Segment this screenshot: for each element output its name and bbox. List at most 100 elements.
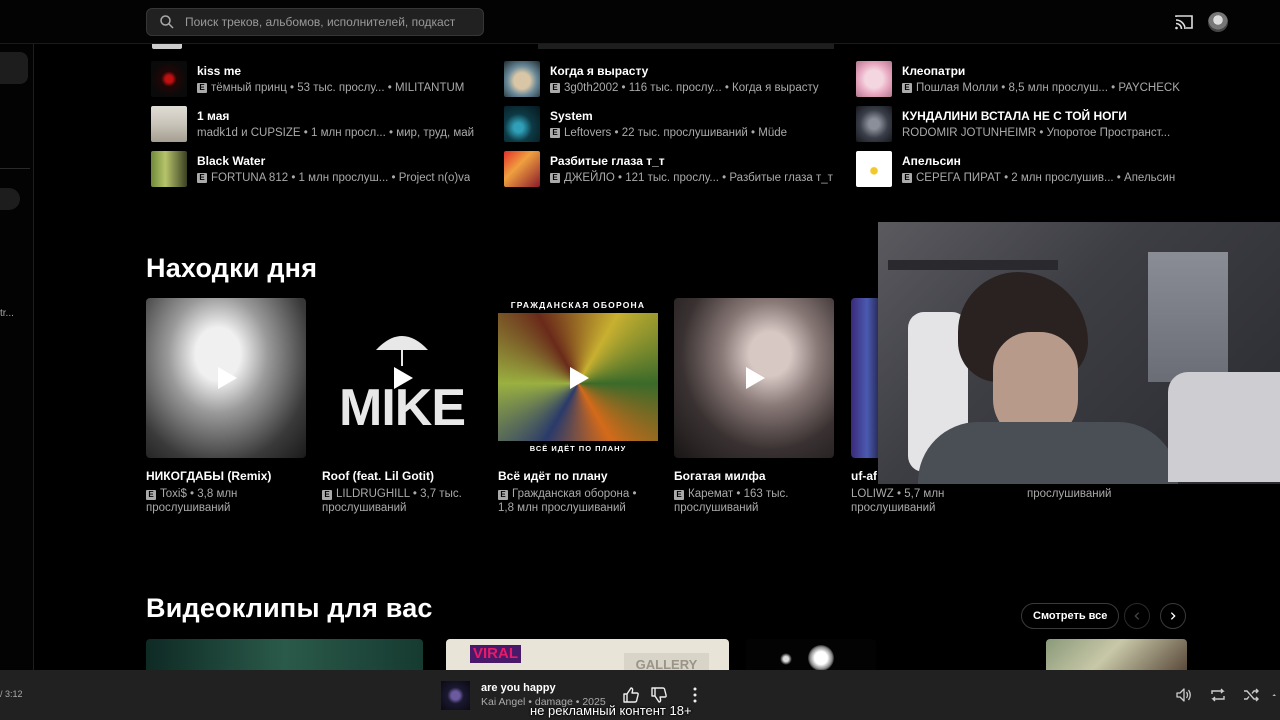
album-meta: 1,8 млн прослушиваний bbox=[498, 502, 626, 514]
webcam-person-body bbox=[918, 422, 1178, 484]
track-thumbnail[interactable] bbox=[856, 106, 892, 142]
sidebar: tr... bbox=[0, 44, 34, 670]
track-subtitle: 3g0th2002 • 116 тыс. прослу... • Когда я… bbox=[564, 82, 819, 94]
avatar[interactable] bbox=[1208, 12, 1228, 32]
top-bar bbox=[0, 0, 1280, 44]
track-subtitle: madk1d и CUPSIZE • 1 млн просл... • мир,… bbox=[197, 127, 475, 139]
now-playing-title[interactable]: are you happy bbox=[481, 682, 556, 694]
track-thumbnail[interactable] bbox=[856, 151, 892, 187]
explicit-badge: E bbox=[197, 83, 207, 93]
carousel-next-button[interactable] bbox=[1160, 603, 1186, 629]
thumbs-up-icon[interactable] bbox=[622, 686, 640, 704]
webcam-bed bbox=[1168, 372, 1280, 482]
track-title[interactable]: Разбитые глаза т_т bbox=[550, 154, 833, 168]
track-subtitle: ДЖЕЙЛО • 121 тыс. прослу... • Разбитые г… bbox=[564, 172, 833, 184]
album-meta: Каремат • 163 тыс. bbox=[688, 488, 789, 500]
track-title[interactable]: КУНДАЛИНИ ВСТАЛА НЕ С ТОЙ НОГИ bbox=[902, 109, 1170, 123]
explicit-badge: E bbox=[550, 128, 560, 138]
track-title[interactable]: Black Water bbox=[197, 154, 470, 168]
list-item[interactable]: Когда я вырасту E 3g0th2002 • 116 тыс. пр… bbox=[504, 61, 819, 97]
album-card[interactable]: Богатая милфа E Каремат • 163 тыс. прослу… bbox=[674, 298, 834, 515]
track-subtitle: Пошлая Молли • 8,5 млн прослуш... • PAYC… bbox=[916, 82, 1180, 94]
see-all-button[interactable]: Смотреть все bbox=[1021, 603, 1120, 629]
repeat-icon[interactable] bbox=[1209, 686, 1227, 704]
explicit-badge: E bbox=[674, 490, 684, 500]
section-heading-finds[interactable]: Находки дня bbox=[146, 253, 317, 284]
list-item[interactable]: System E Leftovers • 22 тыс. прослушивани… bbox=[504, 106, 787, 142]
album-title[interactable]: Всё идёт по плану bbox=[498, 469, 658, 483]
album-title[interactable]: Богатая милфа bbox=[674, 469, 834, 483]
list-item[interactable]: Black Water E FORTUNA 812 • 1 млн прослуш… bbox=[151, 151, 470, 187]
track-title[interactable]: kiss me bbox=[197, 64, 464, 78]
track-title[interactable]: Апельсин bbox=[902, 154, 1175, 168]
track-title[interactable]: Клеопатри bbox=[902, 64, 1180, 78]
sidebar-active-item[interactable] bbox=[0, 52, 28, 84]
video-thumbnail[interactable] bbox=[1046, 639, 1187, 670]
album-cover[interactable]: ГРАЖДАНСКАЯ ОБОРОНА ВСЁ ИДЁТ ПО ПЛАНУ bbox=[498, 298, 658, 458]
webcam-overlay bbox=[878, 222, 1280, 484]
explicit-badge: E bbox=[498, 490, 508, 500]
track-title[interactable]: System bbox=[550, 109, 787, 123]
list-item[interactable]: КУНДАЛИНИ ВСТАЛА НЕ С ТОЙ НОГИ RODOMIR J… bbox=[856, 106, 1170, 142]
cover-bottom-text: ВСЁ ИДЁТ ПО ПЛАНУ bbox=[529, 444, 627, 453]
track-thumbnail[interactable] bbox=[504, 151, 540, 187]
list-item[interactable]: Клеопатри E Пошлая Молли • 8,5 млн прослу… bbox=[856, 61, 1180, 97]
play-icon[interactable] bbox=[388, 364, 416, 392]
search-input[interactable] bbox=[185, 15, 455, 29]
album-title[interactable]: НИКОГДАБЫ (Remix) bbox=[146, 469, 306, 483]
chevron-right-icon bbox=[1170, 612, 1176, 620]
list-item[interactable]: Разбитые глаза т_т E ДЖЕЙЛО • 121 тыс. пр… bbox=[504, 151, 833, 187]
track-thumbnail[interactable] bbox=[504, 61, 540, 97]
track-title[interactable]: 1 мая bbox=[197, 109, 474, 123]
play-icon[interactable] bbox=[212, 364, 240, 392]
album-cover[interactable]: MIKE bbox=[322, 298, 482, 458]
video-light bbox=[780, 653, 792, 665]
search-box[interactable] bbox=[146, 8, 484, 36]
cover-top-text: ГРАЖДАНСКАЯ ОБОРОНА bbox=[510, 300, 646, 310]
play-icon[interactable] bbox=[740, 364, 768, 392]
album-card[interactable]: НИКОГДАБЫ (Remix) E Toxi$ • 3,8 млн просл… bbox=[146, 298, 306, 515]
album-title[interactable]: Roof (feat. Lil Gotit) bbox=[322, 469, 482, 483]
track-subtitle: тёмный принц • 53 тыс. прослу... • MILIT… bbox=[211, 82, 465, 94]
album-card[interactable]: MIKE Roof (feat. Lil Gotit) E LILDRUGHILL… bbox=[322, 298, 482, 515]
volume-icon[interactable] bbox=[1175, 686, 1193, 704]
play-icon[interactable] bbox=[564, 364, 592, 392]
umbrella-icon bbox=[376, 336, 428, 366]
webcam-window bbox=[1148, 252, 1228, 382]
album-meta: прослушиваний bbox=[851, 502, 936, 514]
explicit-badge: E bbox=[197, 173, 207, 183]
video-thumbnail[interactable]: VIRAL GALLERY bbox=[446, 639, 729, 670]
list-item[interactable]: 1 мая madk1d и CUPSIZE • 1 млн просл... … bbox=[151, 106, 474, 142]
sidebar-button[interactable] bbox=[0, 188, 20, 210]
track-title[interactable]: Когда я вырасту bbox=[550, 64, 819, 78]
album-cover[interactable] bbox=[674, 298, 834, 458]
list-item[interactable]: Апельсин E СЕРЕГА ПИРАТ • 2 млн прослушив… bbox=[856, 151, 1175, 187]
track-thumbnail[interactable] bbox=[151, 151, 187, 187]
expand-icon[interactable] bbox=[1272, 686, 1280, 704]
list-item[interactable]: kiss me Eтёмный принц • 53 тыс. прослу..… bbox=[151, 61, 464, 97]
album-meta: LOLIWZ • 5,7 млн bbox=[851, 488, 945, 500]
explicit-badge: E bbox=[902, 83, 912, 93]
more-options-icon[interactable] bbox=[686, 686, 704, 704]
video-thumbnail[interactable] bbox=[746, 639, 876, 670]
video-thumbnail[interactable] bbox=[146, 639, 423, 670]
now-playing-thumbnail[interactable] bbox=[441, 681, 470, 710]
video-thumbnail-label: VIRAL bbox=[470, 645, 521, 663]
album-meta: Гражданская оборона • bbox=[512, 488, 637, 500]
track-thumbnail[interactable] bbox=[151, 61, 187, 97]
carousel-prev-button[interactable] bbox=[1124, 603, 1150, 629]
sidebar-item-label[interactable]: tr... bbox=[0, 308, 14, 319]
track-thumbnail[interactable] bbox=[151, 106, 187, 142]
explicit-badge: E bbox=[146, 490, 156, 500]
search-icon bbox=[160, 15, 174, 29]
album-cover[interactable] bbox=[146, 298, 306, 458]
thumbs-down-icon[interactable] bbox=[650, 686, 668, 704]
shuffle-icon[interactable] bbox=[1242, 686, 1260, 704]
album-meta: LILDRUGHILL • 3,7 тыс. bbox=[336, 488, 462, 500]
album-card[interactable]: ГРАЖДАНСКАЯ ОБОРОНА ВСЁ ИДЁТ ПО ПЛАНУ Вс… bbox=[498, 298, 658, 515]
explicit-badge: E bbox=[550, 173, 560, 183]
track-thumbnail[interactable] bbox=[856, 61, 892, 97]
section-heading-clips[interactable]: Видеоклипы для вас bbox=[146, 593, 433, 624]
track-thumbnail[interactable] bbox=[504, 106, 540, 142]
cast-icon[interactable] bbox=[1174, 12, 1194, 32]
